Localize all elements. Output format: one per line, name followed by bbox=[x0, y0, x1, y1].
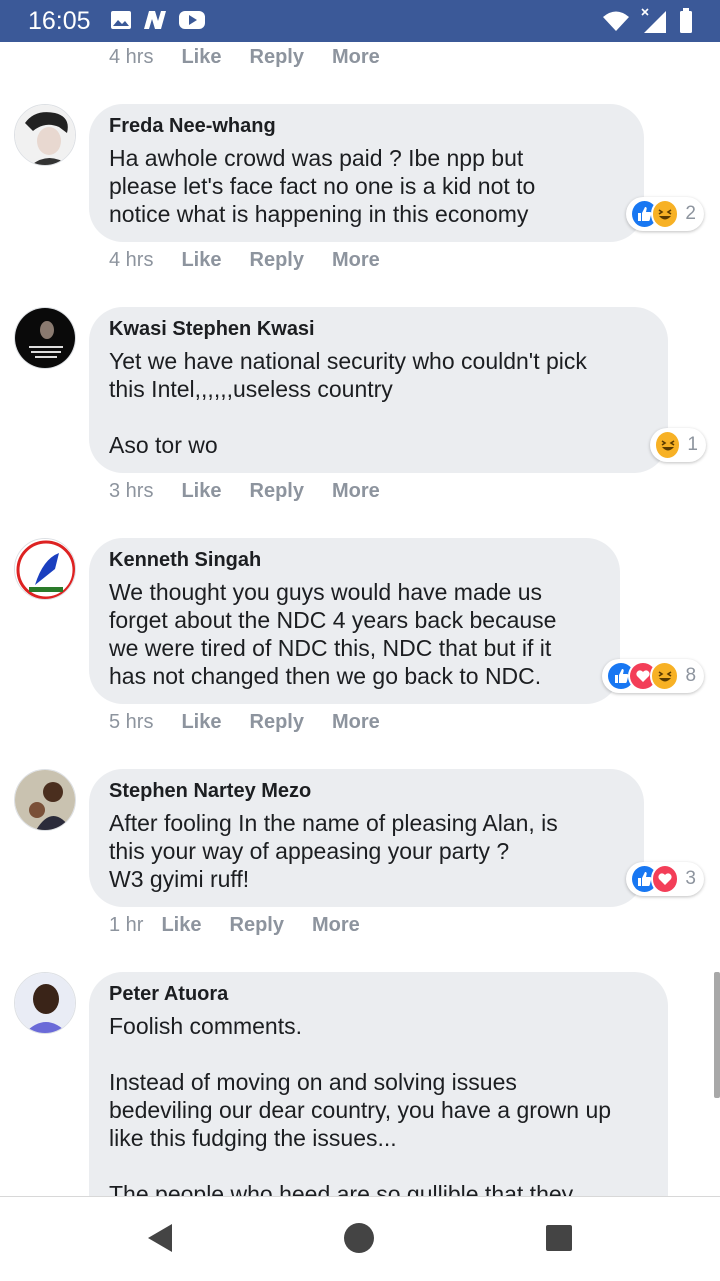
reactions-summary[interactable]: 2 bbox=[626, 197, 704, 231]
scrollbar[interactable] bbox=[714, 972, 720, 1098]
comments-feed[interactable]: 4 hrs Like Reply More Freda Nee-whang Ha… bbox=[0, 0, 720, 1196]
reaction-count: 2 bbox=[685, 203, 696, 224]
comment-text: Foolish comments. Instead of moving on a… bbox=[109, 1013, 612, 1196]
haha-reaction-icon bbox=[654, 430, 682, 460]
home-icon[interactable] bbox=[343, 1222, 375, 1259]
avatar[interactable] bbox=[14, 769, 76, 831]
comment-author[interactable]: Kenneth Singah bbox=[109, 548, 600, 572]
more-button[interactable]: More bbox=[312, 914, 360, 937]
avatar[interactable] bbox=[14, 307, 76, 369]
more-button[interactable]: More bbox=[332, 46, 380, 69]
image-icon bbox=[110, 9, 132, 36]
reply-button[interactable]: Reply bbox=[250, 249, 304, 272]
like-button[interactable]: Like bbox=[181, 480, 221, 503]
comment-time: 5 hrs bbox=[109, 710, 154, 733]
comment-bubble: Kenneth Singah We thought you guys would… bbox=[89, 538, 620, 704]
navigation-bar bbox=[0, 1196, 720, 1281]
comment-time: 1 hr bbox=[109, 913, 144, 936]
reactions-summary[interactable]: 1 bbox=[650, 428, 706, 462]
comment-meta: 4 hrs Like Reply More bbox=[109, 43, 408, 71]
reaction-count: 8 bbox=[685, 665, 697, 686]
avatar[interactable] bbox=[14, 538, 76, 600]
like-button[interactable]: Like bbox=[181, 46, 221, 69]
comment-bubble: Peter Atuora Foolish comments. Instead o… bbox=[89, 972, 668, 1196]
love-reaction-icon bbox=[650, 864, 680, 894]
comment-meta: 5 hrs Like Reply More bbox=[109, 708, 408, 736]
status-bar: 16:05 bbox=[0, 0, 720, 42]
comment-bubble: Stephen Nartey Mezo After fooling In the… bbox=[89, 769, 644, 907]
comment-text: Yet we have national security who couldn… bbox=[109, 348, 587, 458]
reply-button[interactable]: Reply bbox=[230, 914, 284, 937]
recents-icon[interactable] bbox=[545, 1224, 573, 1257]
status-time: 16:05 bbox=[28, 7, 91, 35]
comment-meta: 3 hrs Like Reply More bbox=[109, 477, 408, 505]
like-button[interactable]: Like bbox=[181, 711, 221, 734]
reaction-count: 1 bbox=[687, 434, 698, 455]
reactions-summary[interactable]: 3 bbox=[626, 862, 704, 896]
comment-meta: 1 hr Like Reply More bbox=[109, 911, 388, 939]
n-notification-icon bbox=[142, 9, 168, 36]
haha-reaction-icon bbox=[649, 661, 680, 691]
comment-time: 3 hrs bbox=[109, 479, 154, 502]
comment-text: Ha awhole crowd was paid ? Ibe npp but p… bbox=[109, 145, 536, 227]
wifi-icon bbox=[602, 9, 630, 38]
comment-time: 4 hrs bbox=[109, 248, 154, 271]
reactions-summary[interactable]: 8 bbox=[602, 659, 704, 693]
like-button[interactable]: Like bbox=[181, 249, 221, 272]
comment-time: 4 hrs bbox=[109, 45, 154, 68]
reply-button[interactable]: Reply bbox=[250, 711, 304, 734]
back-icon[interactable] bbox=[146, 1222, 174, 1259]
more-button[interactable]: More bbox=[332, 480, 380, 503]
comment-text: After fooling In the name of pleasing Al… bbox=[109, 810, 558, 892]
more-button[interactable]: More bbox=[332, 711, 380, 734]
like-button[interactable]: Like bbox=[161, 914, 201, 937]
more-button[interactable]: More bbox=[332, 249, 380, 272]
signal-icon bbox=[640, 7, 668, 40]
reply-button[interactable]: Reply bbox=[250, 46, 304, 69]
comment-bubble: Freda Nee-whang Ha awhole crowd was paid… bbox=[89, 104, 644, 242]
comment-meta: 4 hrs Like Reply More bbox=[109, 246, 408, 274]
youtube-icon bbox=[178, 9, 206, 36]
comment-author[interactable]: Stephen Nartey Mezo bbox=[109, 779, 624, 803]
avatar[interactable] bbox=[14, 972, 76, 1034]
comment-author[interactable]: Kwasi Stephen Kwasi bbox=[109, 317, 648, 341]
haha-reaction-icon bbox=[650, 199, 680, 229]
battery-icon bbox=[678, 7, 694, 40]
comment-author[interactable]: Peter Atuora bbox=[109, 982, 648, 1006]
reply-button[interactable]: Reply bbox=[250, 480, 304, 503]
comment-text: We thought you guys would have made us f… bbox=[109, 579, 557, 689]
comment-author[interactable]: Freda Nee-whang bbox=[109, 114, 624, 138]
comment-bubble: Kwasi Stephen Kwasi Yet we have national… bbox=[89, 307, 668, 473]
reaction-count: 3 bbox=[685, 868, 696, 889]
avatar[interactable] bbox=[14, 104, 76, 166]
